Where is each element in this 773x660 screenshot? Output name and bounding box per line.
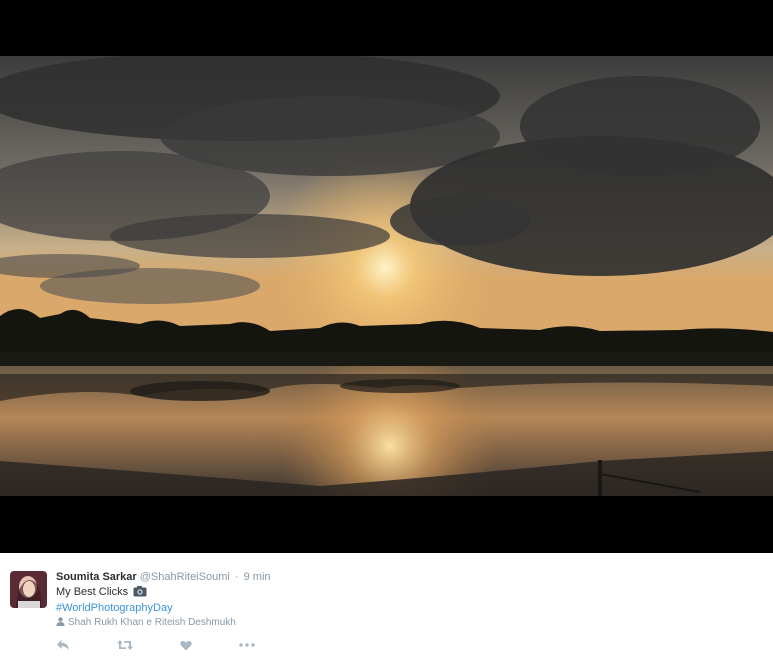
more-icon	[239, 643, 255, 647]
like-button[interactable]	[180, 637, 192, 653]
sunset-lake-photo[interactable]	[0, 56, 773, 496]
avatar[interactable]	[10, 571, 47, 608]
tagged-users-text: Shah Rukh Khan e Riteish Deshmukh	[68, 617, 236, 628]
tweet-content: Soumita Sarkar @ShahRiteiSoumi · 9 min M…	[56, 570, 756, 630]
tweet-text: My Best Clicks	[56, 585, 756, 601]
tweet-timestamp[interactable]: 9 min	[244, 571, 271, 583]
tweet-header: Soumita Sarkar @ShahRiteiSoumi · 9 min	[56, 570, 756, 584]
heart-icon	[180, 640, 192, 651]
author-name[interactable]: Soumita Sarkar	[56, 571, 137, 583]
tagged-users[interactable]: Shah Rukh Khan e Riteish Deshmukh	[56, 616, 756, 630]
media-container[interactable]	[0, 0, 773, 553]
tweet-actions	[56, 637, 456, 653]
tweet-card: Soumita Sarkar @ShahRiteiSoumi · 9 min M…	[0, 553, 773, 660]
person-icon	[56, 617, 65, 630]
retweet-icon	[117, 639, 133, 651]
avatar-image	[10, 571, 47, 608]
photo-image	[0, 56, 773, 496]
retweet-button[interactable]	[117, 637, 133, 653]
hashtag-link[interactable]: #WorldPhotographyDay	[56, 601, 756, 615]
more-button[interactable]	[239, 637, 255, 653]
author-handle[interactable]: @ShahRiteiSoumi	[140, 571, 230, 583]
tweet-text-body: My Best Clicks	[56, 586, 129, 598]
reply-button[interactable]	[56, 637, 70, 653]
camera-icon	[133, 586, 147, 601]
separator-dot: ·	[234, 571, 239, 583]
reply-icon	[56, 639, 70, 651]
